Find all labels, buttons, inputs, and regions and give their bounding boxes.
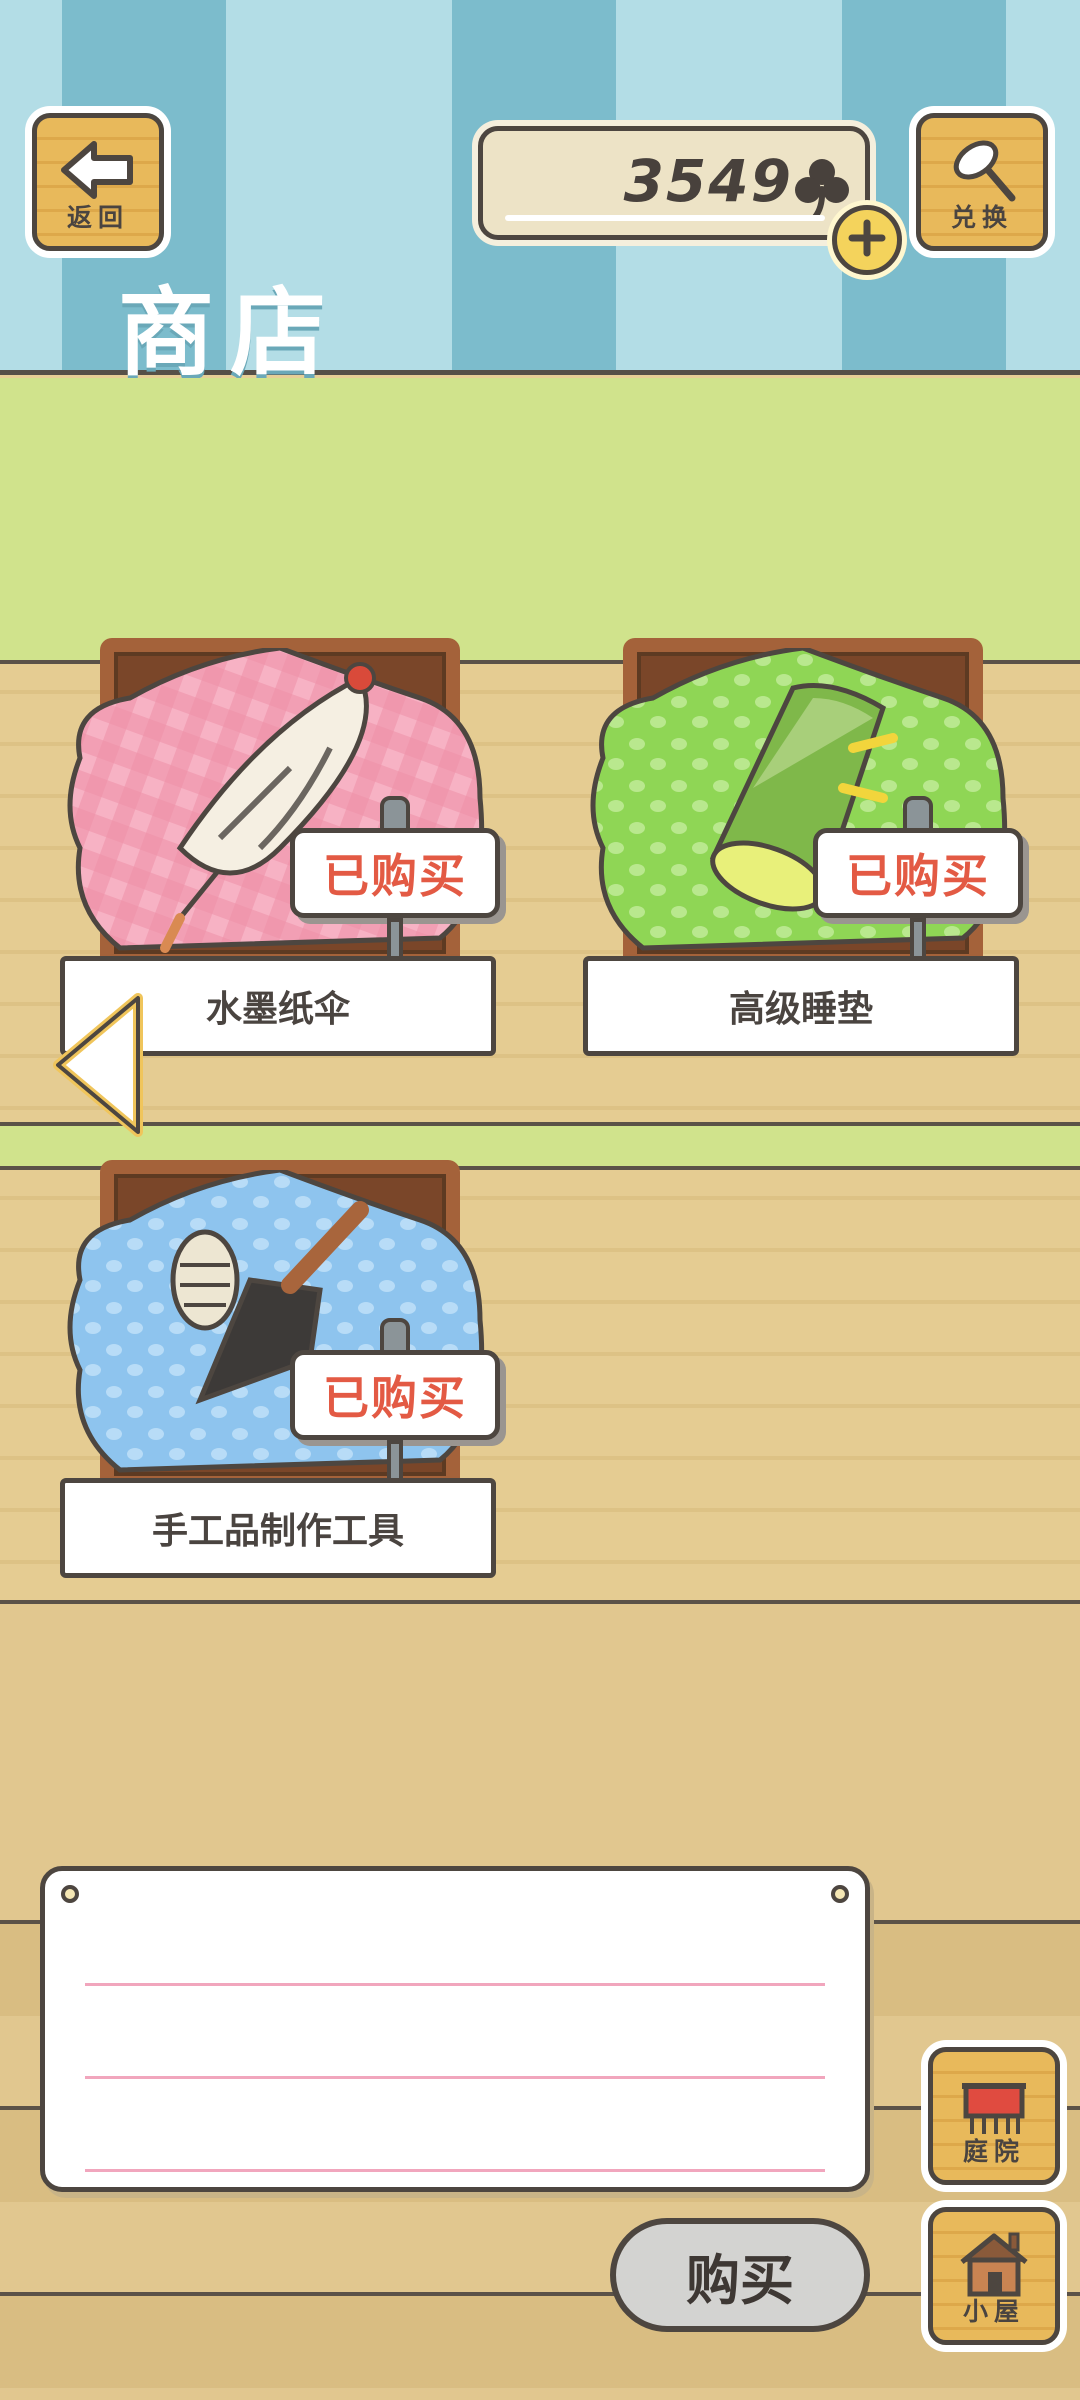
shop-item-card[interactable]: 已购买 手工品制作工具 [60,1160,500,1590]
exchange-label: 兑换 [950,203,1013,232]
page-title: 商店 [118,277,342,389]
sign-clip [380,796,410,832]
coin-panel-highlight [505,215,825,221]
sign-clip [903,796,933,832]
note-pin [831,1885,849,1903]
plus-icon [847,218,887,262]
note-pin [61,1885,79,1903]
item-description-note [40,1866,870,2192]
item-name-plate: 高级睡垫 [583,956,1019,1056]
sign-clip [380,1318,410,1354]
exchange-button[interactable]: 兑换 [916,113,1048,251]
sold-badge: 已购买 [813,828,1023,918]
note-line [85,2076,825,2079]
house-button[interactable]: 小屋 [928,2207,1060,2345]
note-line [85,1983,825,1986]
buy-button[interactable]: 购买 [610,2218,870,2332]
sold-badge: 已购买 [290,1350,500,1440]
previous-page-button[interactable] [50,990,146,1144]
yard-button[interactable]: 庭院 [928,2047,1060,2185]
floor-gap [0,1604,1080,1830]
coin-count: 3549 [623,147,793,215]
note-line [85,2169,825,2172]
sold-badge-text: 已购买 [323,1371,467,1425]
coin-counter: 3549 [478,126,870,240]
sold-badge: 已购买 [290,828,500,918]
back-button[interactable]: 返回 [32,113,164,251]
house-label: 小屋 [962,2297,1025,2326]
item-name-plate: 手工品制作工具 [60,1478,496,1578]
sold-badge-text: 已购买 [323,849,467,903]
left-arrow-icon [53,993,143,1137]
shop-item-card[interactable]: 已购买 高级睡垫 [583,638,1023,1068]
clover-icon [793,155,851,223]
sold-badge-text: 已购买 [846,849,990,903]
add-coins-button[interactable] [832,205,902,275]
yard-label: 庭院 [962,2137,1025,2166]
back-label: 返回 [66,203,129,232]
grass-background [0,378,1080,660]
